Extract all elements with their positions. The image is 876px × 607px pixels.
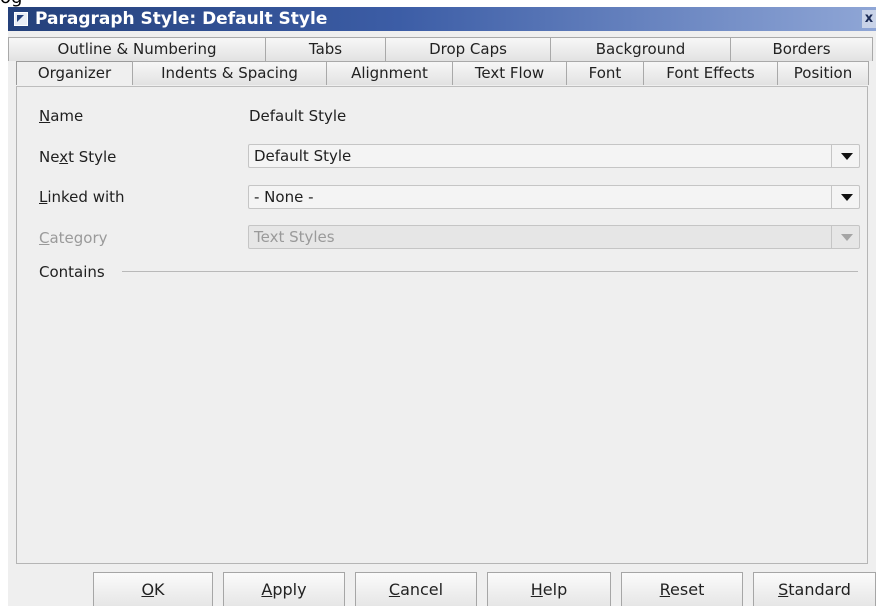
cancel-button[interactable]: Cancel — [355, 572, 477, 606]
next-style-value: Default Style — [254, 147, 352, 165]
category-value: Text Styles — [254, 228, 335, 246]
close-icon[interactable]: x — [862, 10, 876, 28]
tab-outline-numbering[interactable]: Outline & Numbering — [8, 37, 266, 61]
name-value: Default Style — [249, 107, 347, 125]
cropped-heading-text: og — [0, 0, 22, 7]
tab-position[interactable]: Position — [777, 61, 869, 85]
window-title: Paragraph Style: Default Style — [35, 9, 328, 29]
apply-button[interactable]: Apply — [223, 572, 345, 606]
tab-text-flow[interactable]: Text Flow — [452, 61, 567, 85]
standard-button[interactable]: Standard — [753, 572, 876, 606]
chevron-down-icon — [841, 153, 853, 160]
tab-tabs[interactable]: Tabs — [265, 37, 386, 61]
reset-button[interactable]: Reset — [621, 572, 743, 606]
contains-label: Contains — [39, 263, 105, 281]
document-icon — [14, 12, 28, 26]
contains-separator — [122, 271, 858, 272]
title-bar[interactable]: Paragraph Style: Default Style x — [8, 7, 876, 31]
linked-with-value: - None - — [254, 188, 314, 206]
chevron-down-icon — [841, 194, 853, 201]
linked-with-label: Linked with — [39, 188, 125, 206]
tab-font-effects[interactable]: Font Effects — [643, 61, 778, 85]
linked-with-dropdown-button[interactable] — [831, 186, 859, 208]
chevron-down-icon — [841, 234, 853, 241]
tab-indents-spacing[interactable]: Indents & Spacing — [132, 61, 327, 85]
linked-with-dropdown[interactable]: - None - — [248, 185, 860, 209]
next-style-dropdown-button[interactable] — [831, 145, 859, 167]
tab-row-upper: Outline & Numbering Tabs Drop Caps Backg… — [8, 37, 873, 61]
tab-background[interactable]: Background — [550, 37, 731, 61]
tab-organizer[interactable]: Organizer — [16, 61, 133, 85]
tab-borders[interactable]: Borders — [730, 37, 873, 61]
next-style-label: Next Style — [39, 148, 117, 166]
tab-row-lower: Organizer Indents & Spacing Alignment Te… — [16, 61, 869, 85]
tab-drop-caps[interactable]: Drop Caps — [385, 37, 551, 61]
help-button[interactable]: Help — [487, 572, 611, 606]
category-dropdown: Text Styles — [248, 225, 860, 249]
name-label: Name — [39, 107, 84, 125]
next-style-dropdown[interactable]: Default Style — [248, 144, 860, 168]
category-dropdown-button — [831, 226, 859, 248]
tab-alignment[interactable]: Alignment — [326, 61, 453, 85]
ok-button[interactable]: OK — [93, 572, 213, 606]
category-label: Category — [39, 229, 108, 247]
tab-font[interactable]: Font — [566, 61, 644, 85]
